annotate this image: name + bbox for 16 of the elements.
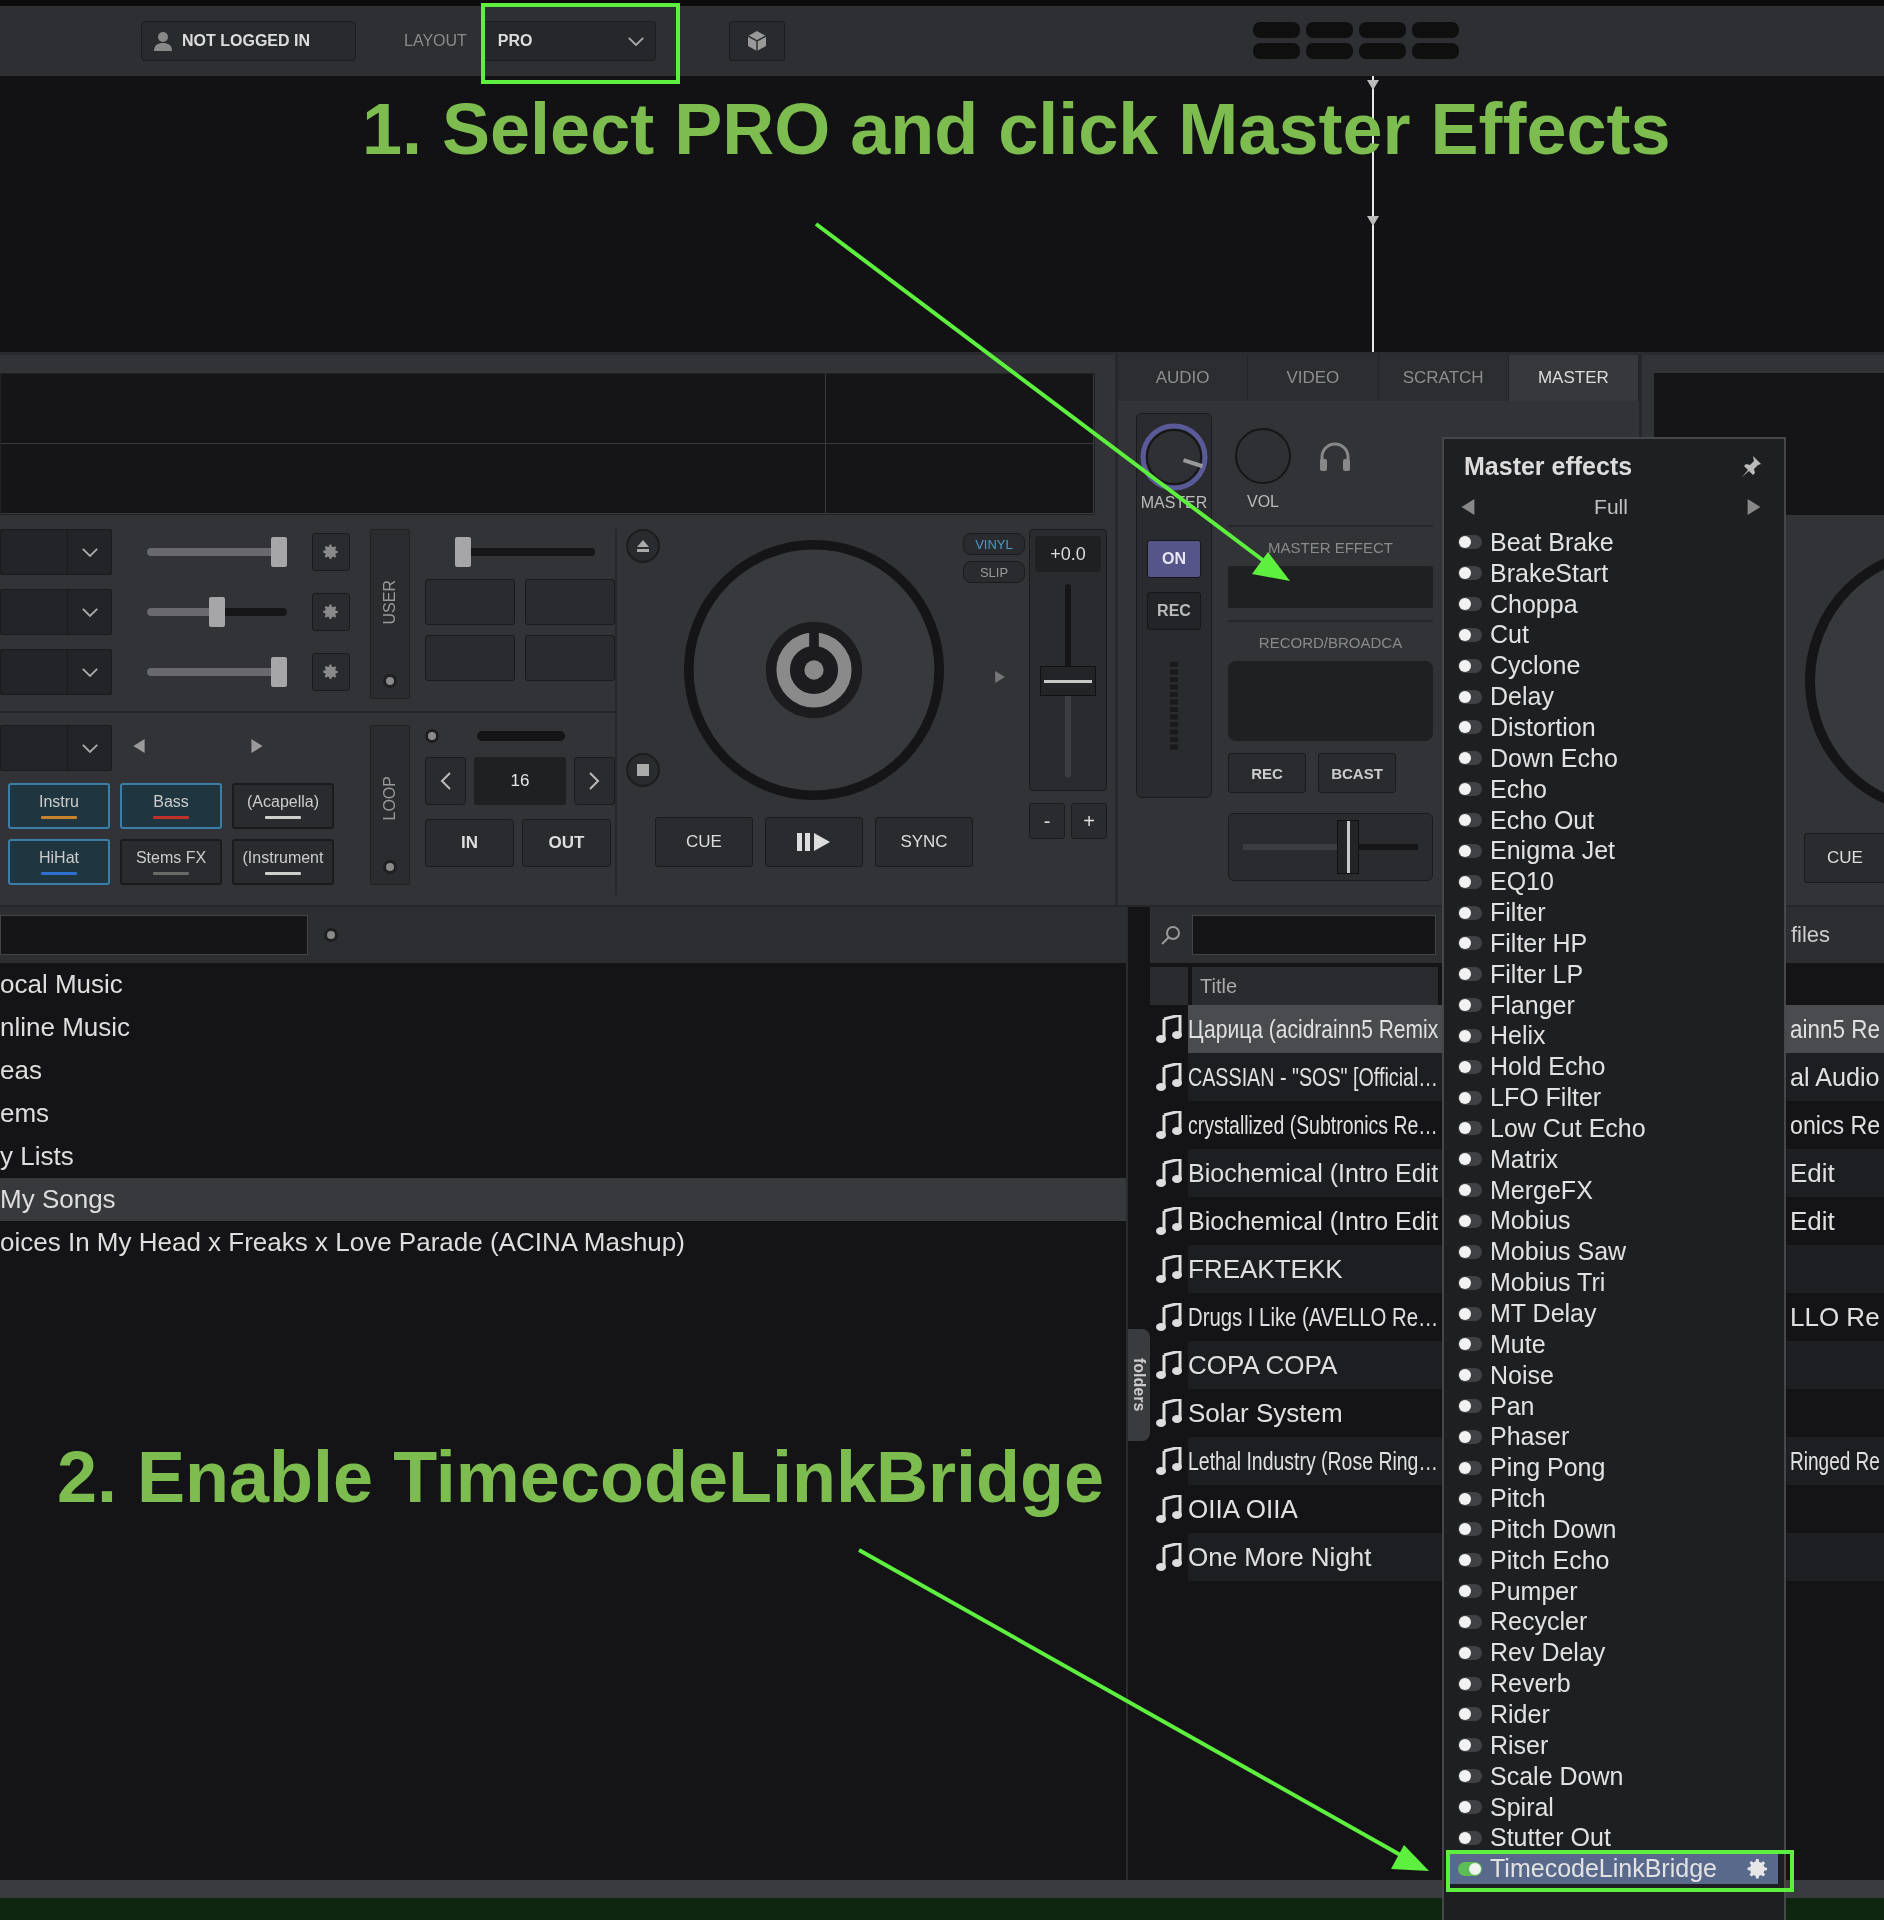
annotation-text: 2. Enable TimecodeLinkBridge xyxy=(57,1436,1104,1518)
table-cell: al Audio xyxy=(1790,1061,1880,1093)
loop-size: 16 xyxy=(474,757,566,805)
table-cell: Edit xyxy=(1790,1205,1835,1237)
layout-label: LAYOUT xyxy=(404,32,467,50)
view-name: Full xyxy=(1594,495,1628,519)
pitch-reading: +0.0 xyxy=(1035,536,1101,572)
table-cell: onics Re xyxy=(1790,1109,1881,1141)
table-cell: ainn5 Re xyxy=(1790,1013,1881,1045)
table-cell: Edit xyxy=(1790,1157,1835,1189)
section-label: MASTER EFFECT xyxy=(1267,539,1394,556)
section-label: RECORD/BROADCA xyxy=(1257,634,1404,651)
table-cell: LLO Re xyxy=(1790,1301,1880,1333)
table-cell: Ringed Re xyxy=(1790,1445,1880,1477)
panel-title: Master effects xyxy=(1464,451,1633,481)
knob-label: VOL xyxy=(1247,493,1279,511)
